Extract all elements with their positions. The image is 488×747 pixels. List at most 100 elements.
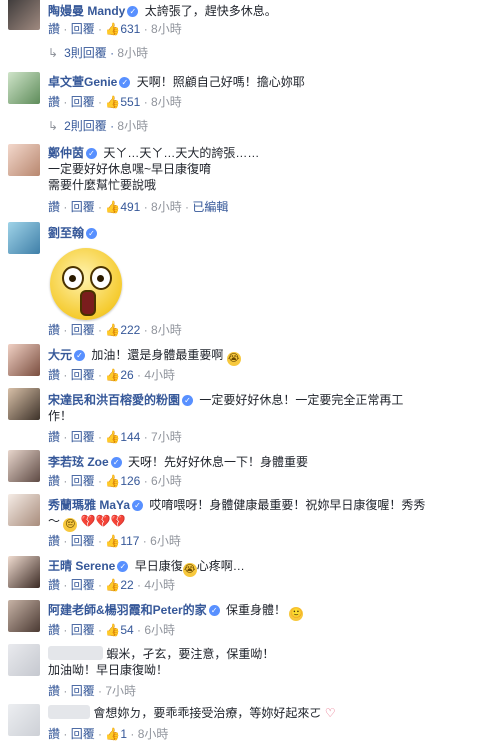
avatar[interactable] (8, 0, 40, 30)
like-button[interactable]: 讚 (48, 200, 60, 214)
commenter-name[interactable]: 王晴 Serene (48, 559, 115, 573)
like-button[interactable]: 讚 (48, 727, 60, 741)
like-button[interactable]: 讚 (48, 95, 60, 109)
timestamp[interactable]: 8小時 (151, 22, 182, 36)
avatar[interactable] (8, 144, 40, 176)
reply-button[interactable]: 回覆 (71, 323, 95, 337)
comment-text-after: 心疼啊… (196, 559, 245, 573)
like-count[interactable]: 54 (120, 623, 133, 637)
avatar[interactable] (8, 600, 40, 632)
like-count[interactable]: 144 (120, 430, 140, 444)
reply-button[interactable]: 回覆 (71, 684, 95, 698)
view-replies-link[interactable]: ↳ 2則回覆 · 8小時 (48, 117, 148, 134)
timestamp[interactable]: 4小時 (144, 578, 175, 592)
verified-badge-icon: ✓ (86, 148, 98, 159)
thumbs-up-icon: 👍 (105, 474, 121, 488)
like-count[interactable]: 551 (120, 95, 140, 109)
reply-button[interactable]: 回覆 (71, 22, 95, 36)
commenter-name[interactable]: 劉至翰 (48, 226, 84, 240)
verified-badge-icon: ✓ (110, 457, 122, 468)
timestamp[interactable]: 6小時 (150, 534, 181, 548)
crying-face-icon: 😭 (226, 352, 241, 366)
reply-arrow-icon: ↳ (48, 119, 59, 133)
timestamp[interactable]: 7小時 (105, 684, 136, 698)
reply-button[interactable]: 回覆 (71, 368, 95, 382)
thumbs-up-icon: 👍 (105, 534, 121, 548)
reply-button[interactable]: 回覆 (71, 578, 95, 592)
like-count[interactable]: 117 (120, 534, 139, 548)
comment-text: 早日康復 (134, 559, 183, 573)
reply-button[interactable]: 回覆 (71, 430, 95, 444)
like-count[interactable]: 491 (120, 200, 140, 214)
reply-button[interactable]: 回覆 (71, 534, 95, 548)
reply-button[interactable]: 回覆 (71, 200, 95, 214)
view-replies-link[interactable]: ↳ 3則回覆 · 8小時 (48, 44, 148, 61)
heart-icon: ♡ (324, 706, 336, 720)
timestamp[interactable]: 8小時 (151, 200, 182, 214)
commenter-name[interactable]: 卓文萱Genie (48, 75, 117, 89)
comment-text: 保重身體！ (226, 603, 287, 617)
commenter-name[interactable]: 大元 (48, 348, 72, 362)
like-button[interactable]: 讚 (48, 534, 60, 548)
reply-button[interactable]: 回覆 (71, 623, 95, 637)
avatar[interactable] (8, 704, 40, 736)
like-count[interactable]: 26 (120, 368, 133, 382)
timestamp[interactable]: 8小時 (151, 95, 182, 109)
like-count[interactable]: 222 (120, 323, 140, 337)
like-count[interactable]: 1 (120, 727, 127, 741)
verified-badge-icon: ✓ (119, 77, 131, 88)
like-button[interactable]: 讚 (48, 323, 60, 337)
commenter-name[interactable]: 李若玹 Zoe (48, 455, 109, 469)
comment-text: 天啊！照顧自己好嗎！擔心妳耶 (136, 75, 305, 89)
timestamp[interactable]: 8小時 (151, 323, 182, 337)
comment-actions: 讚 · 回覆 · 👍222 · 8小時 (48, 323, 182, 337)
timestamp[interactable]: 6小時 (144, 623, 175, 637)
commenter-name[interactable]: 鄭仲茵 (48, 146, 84, 160)
like-button[interactable]: 讚 (48, 474, 60, 488)
timestamp[interactable]: 6小時 (151, 474, 182, 488)
broken-heart-icon: 💔💔💔 (80, 514, 126, 528)
like-count[interactable]: 22 (120, 578, 133, 592)
thumbs-up-icon: 👍 (105, 22, 121, 36)
like-button[interactable]: 讚 (48, 578, 60, 592)
timestamp[interactable]: 8小時 (138, 727, 169, 741)
verified-badge-icon: ✓ (127, 6, 139, 17)
avatar[interactable] (8, 494, 40, 526)
avatar[interactable] (8, 72, 40, 104)
comment-actions: 讚 · 回覆 · 👍631 · 8小時 (48, 22, 182, 36)
avatar[interactable] (8, 388, 40, 420)
comment-actions: 讚 · 回覆 · 👍551 · 8小時 (48, 95, 182, 109)
commenter-name[interactable]: 秀蘭瑪雅 MaYa (48, 498, 130, 512)
like-count[interactable]: 631 (120, 22, 140, 36)
replies-count[interactable]: 3則回覆 (64, 46, 107, 60)
verified-badge-icon: ✓ (86, 228, 98, 239)
timestamp[interactable]: 7小時 (151, 430, 182, 444)
avatar[interactable] (8, 644, 40, 676)
replies-count[interactable]: 2則回覆 (64, 119, 107, 133)
reply-button[interactable]: 回覆 (71, 95, 95, 109)
thumbs-up-icon: 👍 (105, 368, 121, 382)
commenter-name[interactable]: 宋達民和洪百榕愛的粉園 (48, 393, 180, 407)
comment-actions: 讚 · 回覆 · 👍26 · 4小時 (48, 368, 176, 382)
thumbs-up-icon: 👍 (105, 200, 121, 214)
like-button[interactable]: 讚 (48, 684, 60, 698)
verified-badge-icon: ✓ (117, 561, 129, 572)
avatar[interactable] (8, 450, 40, 482)
commenter-name[interactable]: 阿建老師&楊羽霞和Peter的家 (48, 603, 207, 617)
commenter-name[interactable]: 陶嫚曼 Mandy (48, 4, 125, 18)
like-count[interactable]: 126 (120, 474, 140, 488)
like-button[interactable]: 讚 (48, 22, 60, 36)
avatar[interactable] (8, 222, 40, 254)
comment-actions: 讚 · 回覆 · 👍144 · 7小時 (48, 430, 182, 444)
timestamp[interactable]: 4小時 (144, 368, 175, 382)
comment-actions: 讚 · 回覆 · 👍54 · 6小時 (48, 623, 176, 637)
avatar[interactable] (8, 344, 40, 376)
edited-label[interactable]: 已編輯 (192, 200, 228, 214)
comment-text: 天呀！先好好休息一下！身體重要 (128, 455, 309, 469)
reply-button[interactable]: 回覆 (71, 727, 95, 741)
like-button[interactable]: 讚 (48, 368, 60, 382)
like-button[interactable]: 讚 (48, 623, 60, 637)
avatar[interactable] (8, 556, 40, 588)
reply-button[interactable]: 回覆 (71, 474, 95, 488)
like-button[interactable]: 讚 (48, 430, 60, 444)
